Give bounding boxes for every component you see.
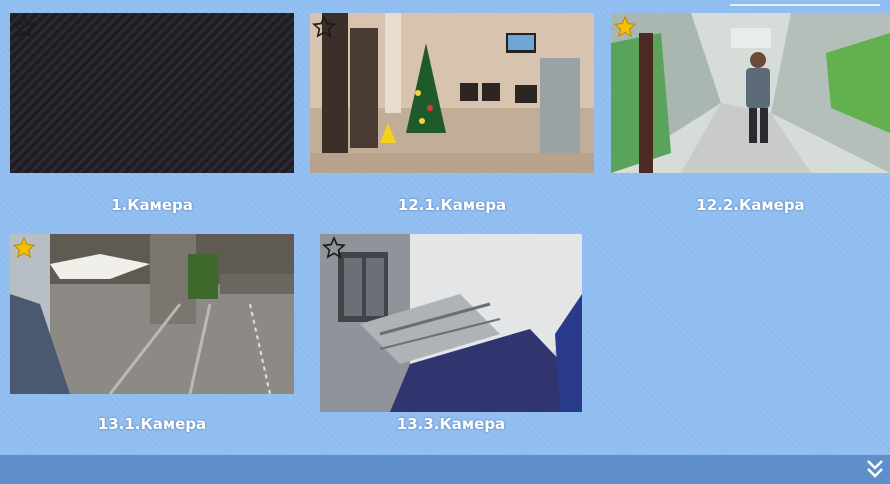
star-icon[interactable] xyxy=(322,236,346,260)
top-divider xyxy=(730,4,880,6)
camera-label[interactable]: 12.2.Камера xyxy=(611,196,890,214)
camera-tile-12-1[interactable] xyxy=(310,13,594,173)
star-icon[interactable] xyxy=(12,15,36,39)
camera-thumbnail[interactable] xyxy=(611,13,890,173)
camera-thumbnail[interactable] xyxy=(310,13,594,173)
chevron-double-down-icon[interactable] xyxy=(864,457,886,481)
camera-tile-1[interactable] xyxy=(10,13,294,173)
camera-tile-13-1[interactable] xyxy=(10,234,294,394)
star-icon[interactable] xyxy=(312,15,336,39)
camera-label[interactable]: 13.3.Камера xyxy=(320,415,582,433)
camera-tile-13-3[interactable] xyxy=(320,234,582,412)
camera-label[interactable]: 13.1.Камера xyxy=(10,415,294,433)
bottom-bar xyxy=(0,455,890,484)
camera-tile-12-2[interactable] xyxy=(611,13,890,173)
camera-thumbnail[interactable] xyxy=(10,234,294,394)
camera-label[interactable]: 12.1.Камера xyxy=(310,196,594,214)
camera-thumbnail[interactable] xyxy=(320,234,582,412)
star-icon[interactable] xyxy=(613,15,637,39)
star-icon[interactable] xyxy=(12,236,36,260)
top-strip xyxy=(0,0,890,8)
camera-thumbnail[interactable] xyxy=(10,13,294,173)
camera-label[interactable]: 1.Камера xyxy=(10,196,294,214)
